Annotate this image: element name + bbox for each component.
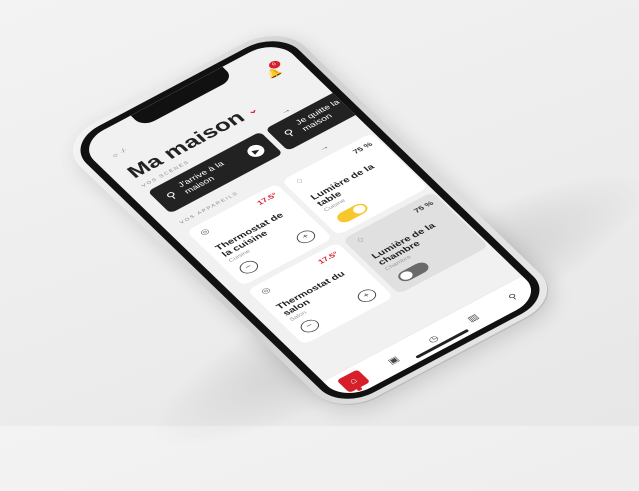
person-icon: ⚲ — [163, 189, 180, 202]
device-name: Lumière de la chambre — [369, 221, 438, 267]
person-icon: ⚲ — [280, 126, 298, 139]
tab-stats[interactable]: ▥ — [456, 306, 490, 330]
thermostat-icon: ◎ — [198, 227, 212, 238]
active-dot — [355, 386, 364, 392]
tab-plan[interactable]: ▣ — [376, 348, 410, 372]
notifications-button[interactable]: 🔔 0 — [262, 59, 287, 81]
floorplan-icon: ▣ — [385, 354, 402, 366]
user-icon: ⚲ — [506, 291, 520, 302]
lightbulb-icon: ♢ — [293, 176, 308, 187]
lightbulb-icon: ♢ — [354, 235, 369, 246]
tab-profile[interactable]: ⚲ — [496, 285, 530, 309]
increase-button[interactable]: + — [354, 286, 380, 305]
device-name: Thermostat du salon — [274, 269, 348, 318]
brightness-value: 75 % — [350, 140, 375, 156]
decrease-button[interactable]: − — [297, 317, 323, 335]
device-name: Thermostat de la cuisine — [213, 211, 286, 259]
increase-button[interactable]: + — [293, 227, 319, 246]
brightness-value: 75 % — [411, 199, 436, 215]
temperature-value: 17.5° — [255, 191, 279, 207]
device-name: Lumière de la table — [308, 162, 377, 209]
decrease-button[interactable]: − — [236, 258, 262, 277]
toggle-knob — [397, 269, 415, 282]
sun-icon: ☼ — [109, 151, 121, 160]
tab-home[interactable]: ⌂ — [336, 369, 371, 394]
arrow-right-icon[interactable]: → — [316, 143, 331, 153]
toggle-knob — [350, 203, 368, 216]
chevron-down-icon: ⌄ — [244, 104, 261, 117]
home-icon: ⌂ — [347, 376, 360, 386]
thermostat-icon: ◎ — [259, 286, 273, 296]
status-indicator: ☼ ·/· — [109, 147, 129, 160]
temperature-value: 17.5° — [316, 250, 340, 266]
status-text: ·/· — [117, 146, 130, 155]
bar-chart-icon: ▥ — [465, 312, 481, 324]
